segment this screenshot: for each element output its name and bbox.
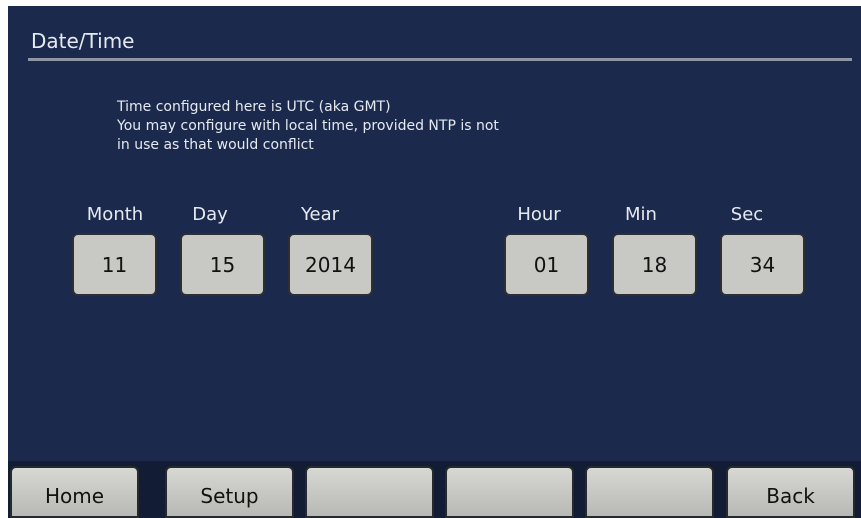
hour-label: Hour bbox=[517, 204, 561, 225]
info-line-3: in use as that would conflict bbox=[117, 137, 314, 153]
blank-button-2[interactable] bbox=[445, 466, 574, 518]
title-divider bbox=[28, 58, 852, 61]
year-label: Year bbox=[300, 204, 340, 225]
info-line-2: You may configure with local time, provi… bbox=[117, 118, 499, 134]
month-field[interactable]: 11 bbox=[72, 233, 157, 296]
setup-button[interactable]: Setup bbox=[165, 466, 294, 518]
day-label: Day bbox=[192, 204, 228, 225]
home-button[interactable]: Home bbox=[10, 466, 139, 518]
month-label: Month bbox=[86, 204, 144, 225]
year-field[interactable]: 2014 bbox=[288, 233, 373, 296]
page-title: Date/Time bbox=[31, 29, 135, 53]
blank-button-1[interactable] bbox=[305, 466, 434, 518]
min-label: Min bbox=[625, 204, 657, 225]
blank-button-3[interactable] bbox=[585, 466, 714, 518]
info-text: Time configured here is UTC (aka GMT) Yo… bbox=[117, 98, 499, 155]
hour-field[interactable]: 01 bbox=[504, 233, 589, 296]
sec-label: Sec bbox=[730, 204, 764, 225]
info-line-1: Time configured here is UTC (aka GMT) bbox=[117, 99, 391, 115]
back-button[interactable]: Back bbox=[726, 466, 855, 518]
sec-field[interactable]: 34 bbox=[720, 233, 805, 296]
day-field[interactable]: 15 bbox=[180, 233, 265, 296]
date-time-screen: Date/Time Time configured here is UTC (a… bbox=[8, 6, 861, 518]
min-field[interactable]: 18 bbox=[612, 233, 697, 296]
